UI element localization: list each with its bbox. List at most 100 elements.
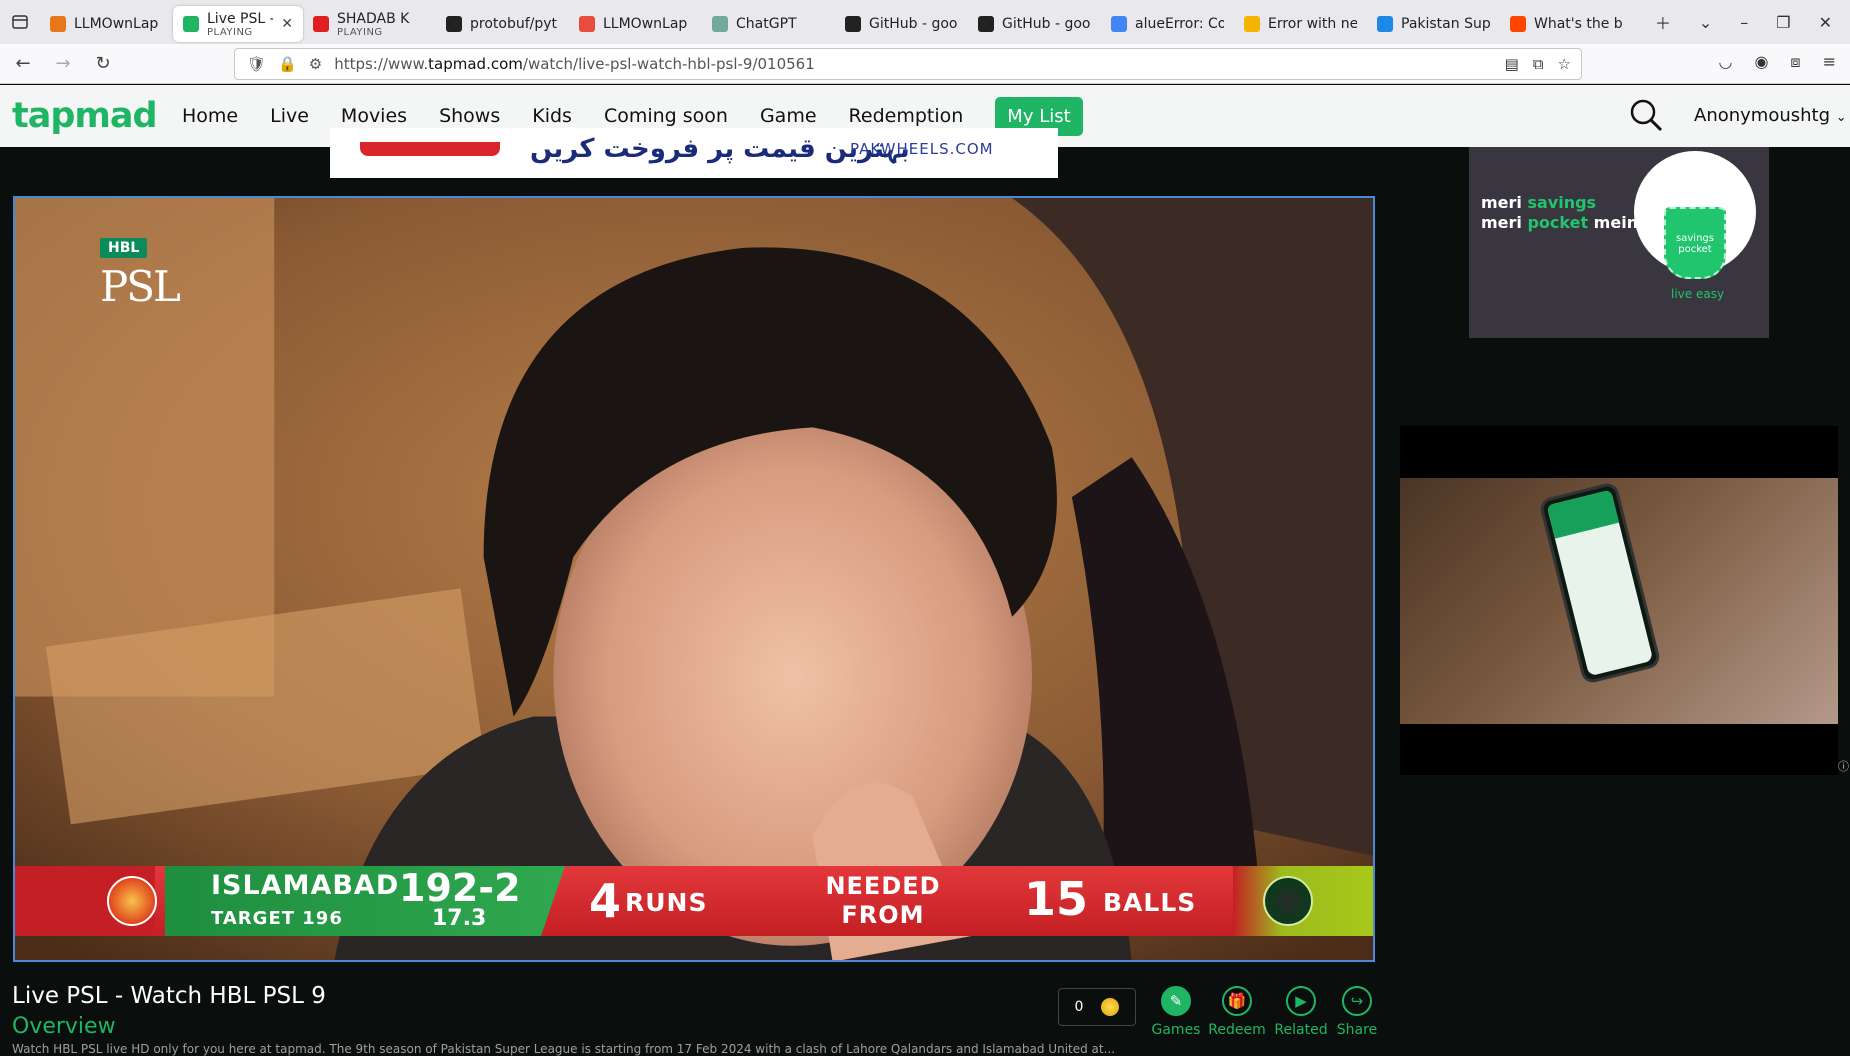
- share-label: Share: [1336, 1022, 1378, 1038]
- tab-favicon-icon: [1111, 16, 1127, 32]
- tab-overflow-icon[interactable]: ⌄: [1699, 13, 1712, 32]
- browser-tab[interactable]: GitHub - goo: [968, 6, 1101, 42]
- tab-label: Pakistan Sup: [1401, 16, 1490, 32]
- share-icon: ↪: [1342, 986, 1372, 1016]
- menu-item-coming-soon[interactable]: Coming soon: [604, 105, 728, 127]
- browser-tab[interactable]: GitHub - goo: [835, 6, 968, 42]
- team-score: 192-2: [399, 866, 521, 910]
- browser-nav-bar: ← → ↻ 🛡 🔒 ⚙ https://www.tapmad.com/watch…: [0, 44, 1850, 84]
- menu-item-shows[interactable]: Shows: [439, 105, 500, 127]
- url-text[interactable]: https://www.tapmad.com/watch/live-psl-wa…: [334, 55, 815, 73]
- tab-favicon-icon: [313, 16, 329, 32]
- islamabad-crest-icon: [107, 876, 157, 926]
- permissions-icon[interactable]: ⚙: [309, 55, 322, 73]
- video-ad-frame: [1400, 478, 1838, 724]
- tab-favicon-icon: [1377, 16, 1393, 32]
- help-icon[interactable]: ⓘ: [1838, 758, 1849, 774]
- tab-label: What's the b: [1534, 16, 1623, 32]
- pocket-icon[interactable]: ◡: [1718, 52, 1732, 72]
- coins-value: 0: [1074, 999, 1084, 1015]
- extensions-icon[interactable]: ⧈: [1790, 52, 1800, 72]
- browser-tab[interactable]: Live PSL - WPLAYING ✕: [173, 6, 303, 42]
- needed-from-label: NEEDED FROM: [825, 872, 941, 929]
- user-menu[interactable]: Anonymoushtg ⌄: [1694, 105, 1847, 126]
- reload-icon[interactable]: ↻: [86, 53, 120, 74]
- ad-site-text: PAKWHEELS.COM: [850, 140, 994, 158]
- forward-icon[interactable]: →: [46, 53, 80, 74]
- minimize-icon[interactable]: –: [1740, 13, 1748, 32]
- menu-item-game[interactable]: Game: [760, 105, 817, 127]
- savings-pocket-icon: savings pocket: [1664, 207, 1726, 279]
- restore-icon[interactable]: ❐: [1776, 13, 1790, 32]
- video-description: Watch HBL PSL live HD only for you here …: [12, 1042, 1116, 1056]
- close-window-icon[interactable]: ✕: [1819, 13, 1832, 32]
- chevron-down-icon: ⌄: [1835, 110, 1847, 125]
- browser-tab[interactable]: SHADAB K PLAYING: [303, 6, 436, 42]
- menu-item-live[interactable]: Live: [270, 105, 309, 127]
- redeem-label: Redeem: [1208, 1022, 1266, 1038]
- browser-tab[interactable]: ChatGPT: [702, 6, 835, 42]
- browser-tab[interactable]: What's the b: [1500, 6, 1633, 42]
- browser-tab-bar: LLMOwnLap Live PSL - WPLAYING ✕ SHADAB KPLA…: [0, 0, 1850, 44]
- browser-tab[interactable]: Error with ne: [1234, 6, 1367, 42]
- related-button[interactable]: ▶ Related: [1271, 986, 1331, 1038]
- games-button[interactable]: ✎ Games: [1146, 986, 1206, 1038]
- related-label: Related: [1274, 1022, 1328, 1038]
- lahore-crest-icon: [1263, 876, 1313, 926]
- url-bar[interactable]: 🛡 🔒 ⚙ https://www.tapmad.com/watch/live-…: [234, 48, 1582, 80]
- lahore-crest-panel: [1233, 866, 1373, 936]
- tab-favicon-icon: [712, 16, 728, 32]
- tab-label: GitHub - goo: [1002, 16, 1091, 32]
- tab-list-icon[interactable]: [0, 14, 40, 30]
- browser-tab[interactable]: LLMOwnLap: [569, 6, 702, 42]
- coins-counter[interactable]: 0: [1058, 988, 1136, 1026]
- shield-icon[interactable]: 🛡: [247, 55, 266, 73]
- ad-button-shape: [360, 142, 500, 156]
- menu-icon[interactable]: ≡: [1823, 52, 1836, 72]
- menu-item-home[interactable]: Home: [182, 105, 238, 127]
- browser-tab[interactable]: LLMOwnLap: [40, 6, 173, 42]
- bookmark-star-icon[interactable]: ☆: [1558, 55, 1571, 73]
- runs-label: RUNS: [625, 888, 708, 917]
- phone-image: [1538, 481, 1662, 685]
- tab-label: LLMOwnLap: [74, 16, 159, 32]
- target-text: TARGET 196: [211, 908, 343, 929]
- reader-view-icon[interactable]: ▤: [1505, 55, 1519, 73]
- search-icon[interactable]: [1628, 97, 1664, 133]
- site-logo[interactable]: tapmad: [12, 96, 182, 136]
- scoreboard: ISLAMABAD 192-2 TARGET 196 17.3 4 RUNS N…: [15, 866, 1373, 936]
- share-button[interactable]: ↪ Share: [1327, 986, 1387, 1038]
- hbl-psl-logo: HBL PSL: [100, 238, 220, 338]
- menu-item-kids[interactable]: Kids: [532, 105, 572, 127]
- back-icon[interactable]: ←: [6, 53, 40, 74]
- tab-label: alueError: Co: [1135, 16, 1224, 32]
- video-ad[interactable]: [1400, 426, 1838, 775]
- pip-icon[interactable]: ⧉: [1533, 55, 1544, 73]
- menu-item-movies[interactable]: Movies: [341, 105, 407, 127]
- redeem-button[interactable]: 🎁 Redeem: [1207, 986, 1267, 1038]
- menu-item-redemption[interactable]: Redemption: [849, 105, 964, 127]
- tab-favicon-icon: [579, 16, 595, 32]
- overview-heading[interactable]: Overview: [12, 1014, 116, 1039]
- ad-tagline: live easy: [1671, 287, 1725, 301]
- tab-label: SHADAB K PLAYING: [337, 10, 410, 38]
- main-menu: Home Live Movies Shows Kids Coming soon Game Re…: [182, 105, 995, 127]
- browser-tab[interactable]: alueError: Co: [1101, 6, 1234, 42]
- lock-icon[interactable]: 🔒: [278, 55, 297, 73]
- ad-line-2: meri pocket mein: [1481, 213, 1639, 232]
- gift-icon: 🎁: [1222, 986, 1252, 1016]
- tab-close-icon[interactable]: ✕: [281, 16, 293, 32]
- new-tab-icon[interactable]: ＋: [1655, 10, 1671, 34]
- tab-favicon-icon: [845, 16, 861, 32]
- video-player[interactable]: HBL PSL ISLAMABAD 192-2 TARGET 196 17.3 …: [13, 196, 1375, 962]
- browser-tab[interactable]: protobuf/pyt: [436, 6, 569, 42]
- tab-label: GitHub - goo: [869, 16, 958, 32]
- banner-ad[interactable]: بہترین قیمت پر فروخت کریں PAKWHEELS.COM: [330, 128, 1058, 178]
- balls-label: BALLS: [1103, 888, 1197, 917]
- tab-label: Live PSL - WPLAYING: [207, 10, 273, 38]
- batting-team: ISLAMABAD: [211, 870, 400, 901]
- browser-tab[interactable]: Pakistan Sup: [1367, 6, 1500, 42]
- account-icon[interactable]: ◉: [1754, 52, 1768, 72]
- savings-ad[interactable]: meri savings meri pocket mein savings po…: [1469, 147, 1769, 338]
- ad-line-1: meri savings: [1481, 193, 1597, 212]
